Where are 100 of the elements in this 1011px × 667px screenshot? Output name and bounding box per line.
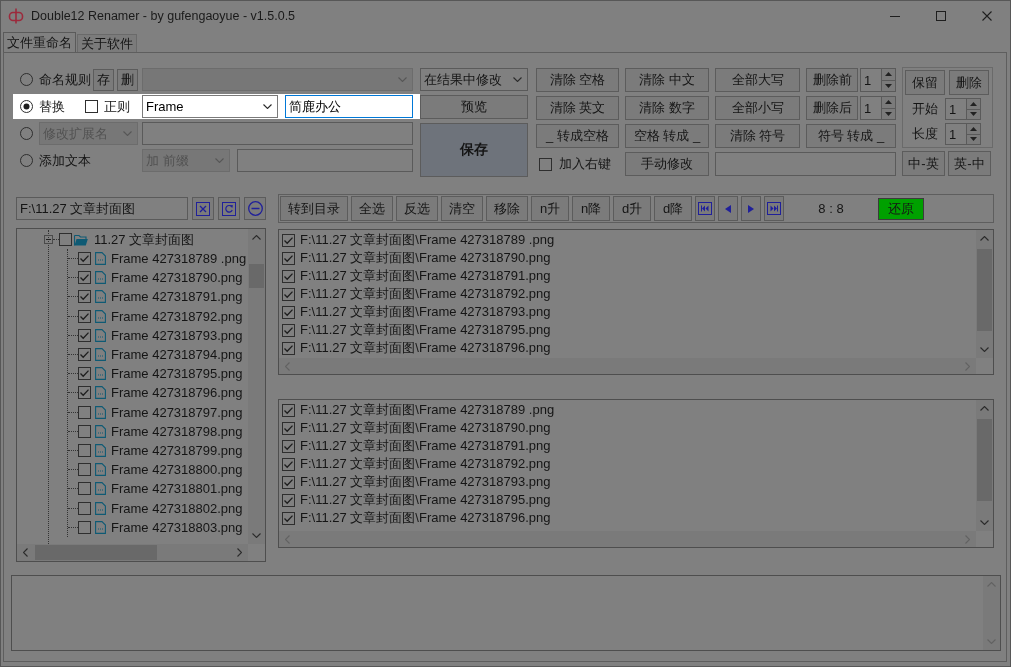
checkbox[interactable] [282,323,295,337]
number-spinner[interactable]: 1 [945,123,981,145]
chevron-down-icon[interactable] [980,520,989,525]
action-button[interactable]: 符号 转成 _ [806,124,896,148]
spin-down-button[interactable] [966,133,980,144]
file-name[interactable]: Frame 427318795.png [111,366,243,382]
action-button[interactable]: 删除 [949,70,989,95]
file-path[interactable]: F:\11.27 文章封面图\Frame 427318795.png [300,321,551,339]
chevron-right-icon[interactable] [237,548,242,557]
save-button[interactable]: 保存 [420,123,528,177]
checkbox[interactable] [59,233,72,246]
file-name[interactable]: Frame 427318792.png [111,308,243,324]
file-name[interactable]: Frame 427318798.png [111,423,243,439]
file-name[interactable]: Frame 427318791.png [111,289,243,305]
remove-button[interactable] [244,197,266,220]
action-button[interactable]: 清除 符号 [715,124,800,148]
checkbox[interactable] [282,511,295,525]
file-name[interactable]: Frame 427318803.png [111,519,243,535]
action-button[interactable]: 保留 [905,70,945,95]
number-spinner[interactable]: 1 [860,96,896,120]
chevron-left-icon[interactable] [23,548,28,557]
file-path[interactable]: F:\11.27 文章封面图\Frame 427318790.png [300,419,551,437]
vertical-scrollbar[interactable] [976,400,993,531]
minus-box-icon[interactable] [44,235,53,244]
number-spinner[interactable]: 1 [945,98,981,120]
file-path[interactable]: F:\11.27 文章封面图\Frame 427318792.png [300,285,551,303]
radio-button[interactable] [20,100,33,113]
checkbox[interactable] [282,287,295,301]
number-spinner[interactable]: 1 [860,68,896,92]
checkbox[interactable] [78,463,91,477]
file-name[interactable]: Frame 427318789 .png [111,251,247,267]
checkbox[interactable] [78,348,91,362]
action-button[interactable]: 全部大写 [715,68,800,92]
file-path[interactable]: F:\11.27 文章封面图\Frame 427318789 .png [300,231,555,249]
action-button[interactable]: 清除 空格 [536,68,619,92]
checkbox[interactable] [78,482,91,496]
text-field[interactable]: F:\11.27 文章封面图 [16,197,188,220]
checkbox[interactable] [282,475,295,489]
action-button[interactable]: 清除 中文 [625,68,709,92]
text-field[interactable] [237,149,413,172]
toolbar-button[interactable]: 清空 [441,196,483,221]
toolbar-button[interactable]: 全选 [351,196,393,221]
file-path[interactable]: F:\11.27 文章封面图\Frame 427318795.png [300,491,551,509]
chevron-up-icon[interactable] [980,236,989,241]
checkbox[interactable] [78,386,91,400]
file-name[interactable]: Frame 427318794.png [111,347,243,363]
checkbox[interactable] [78,443,91,457]
file-name[interactable]: Frame 427318800.png [111,462,243,478]
checkbox[interactable] [539,157,552,171]
horizontal-scrollbar[interactable] [17,544,248,561]
radio-button[interactable] [20,127,33,140]
chevron-down-icon[interactable] [252,533,261,538]
action-button[interactable]: 清除 英文 [536,96,619,120]
action-button[interactable]: 清除 数字 [625,96,709,120]
checkbox[interactable] [78,271,91,285]
tab[interactable]: 关于软件 [77,34,137,52]
toolbar-button[interactable]: n升 [531,196,569,221]
restore-button[interactable]: 还原 [878,197,924,220]
checkbox[interactable] [78,309,91,323]
checkbox[interactable] [78,252,91,266]
file-path[interactable]: F:\11.27 文章封面图\Frame 427318796.png [300,509,551,527]
chevron-up-icon[interactable] [252,235,261,240]
checkbox[interactable] [282,421,295,435]
spin-down-button[interactable] [966,108,980,119]
spin-up-button[interactable] [966,99,980,109]
checkbox[interactable] [282,439,295,453]
text-field[interactable] [142,122,413,145]
dropdown[interactable]: 在结果中修改 [420,68,528,91]
small-button[interactable]: 存 [93,68,114,91]
toolbar-button[interactable]: n降 [572,196,610,221]
action-button[interactable]: 中-英 [902,151,945,176]
toolbar-button[interactable]: 反选 [396,196,438,221]
vertical-scrollbar[interactable] [976,230,993,358]
radio-button[interactable] [20,154,33,167]
checkbox[interactable] [282,493,295,507]
file-path[interactable]: F:\11.27 文章封面图\Frame 427318793.png [300,303,551,321]
radio-button[interactable] [20,73,33,86]
vertical-scrollbar[interactable] [248,229,265,544]
checkbox[interactable] [282,305,295,319]
file-name[interactable]: Frame 427318796.png [111,385,243,401]
checkbox[interactable] [78,328,91,342]
action-button[interactable]: 删除后 [806,96,858,120]
toolbar-button[interactable]: d降 [654,196,692,221]
checkbox[interactable] [78,290,91,304]
action-button[interactable]: 全部小写 [715,96,800,120]
toolbar-button[interactable]: 移除 [486,196,528,221]
action-button[interactable]: 删除前 [806,68,858,92]
action-button[interactable]: _ 转成空格 [536,124,619,148]
toolbar-button[interactable]: d升 [613,196,651,221]
file-path[interactable]: F:\11.27 文章封面图\Frame 427318793.png [300,473,551,491]
clear-button[interactable] [192,197,214,220]
spin-up-button[interactable] [881,97,895,108]
action-button[interactable]: 英-中 [948,151,991,176]
checkbox[interactable] [78,367,91,381]
action-button[interactable]: 手动修改 [625,152,709,176]
file-name[interactable]: Frame 427318799.png [111,442,243,458]
checkbox[interactable] [282,341,295,355]
file-path[interactable]: F:\11.27 文章封面图\Frame 427318789 .png [300,401,555,419]
chevron-up-icon[interactable] [980,406,989,411]
scroll-thumb[interactable] [35,545,157,560]
